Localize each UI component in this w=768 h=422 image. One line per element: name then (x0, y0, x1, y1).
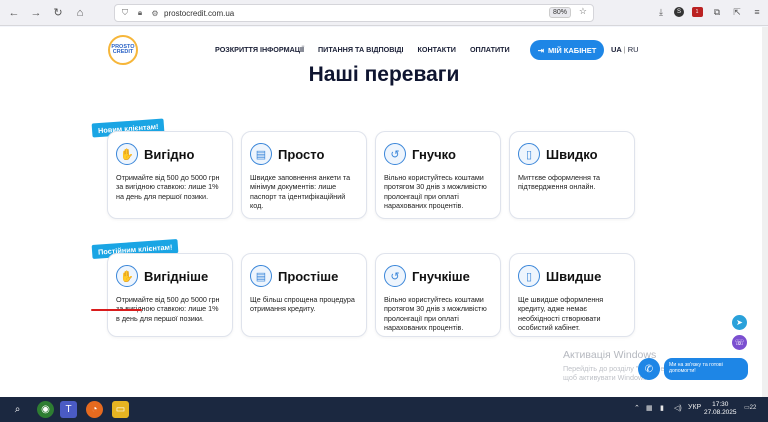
chat-bubble[interactable]: Ми на зв'язку та готові допомогти! (664, 358, 748, 380)
windows-taskbar: ⌕ ◉ T ◔ ▭ ⌃ ▦ ▮ ◁) УКР 17:30 27.08.2025 … (0, 397, 768, 422)
lock-icon[interactable]: 🔒︎ (135, 8, 145, 18)
card-title: Просто (278, 146, 325, 162)
card-title: Вигідніше (144, 268, 209, 284)
card-shvydshe: ▯ Швидше Ще швидше оформлення кредиту, ад… (509, 253, 635, 337)
main-menu: РОЗКРИТТЯ ІНФОРМАЦІЇ ПИТАННЯ ТА ВІДПОВІД… (215, 45, 510, 54)
volume-icon[interactable]: ◁) (674, 404, 682, 412)
card-title: Гнучкіше (412, 268, 470, 284)
card-desc: Отримайте від 500 до 5000 грн за вигідно… (116, 173, 220, 201)
card-hnuchkishe: ↺ Гнучкіше Вільно користуйтесь коштами пр… (375, 253, 501, 337)
notifications-icon[interactable]: ▭22 (744, 404, 756, 411)
lang-ua[interactable]: UA (611, 45, 622, 54)
document-icon: ▤ (250, 265, 272, 287)
document-icon: ▤ (250, 143, 272, 165)
extension-s-icon[interactable]: S (672, 5, 686, 19)
browser-toolbar: ← → ↻ ⌂ ⛉ 🔒︎ ⚙ prostocredit.com.ua 80% ☆… (0, 0, 768, 26)
card-title: Швидше (546, 268, 602, 284)
network-icon[interactable]: ▦ (646, 404, 653, 412)
forward-icon[interactable]: → (28, 5, 44, 21)
clock-time: 17:30 (712, 401, 729, 408)
card-hnuchko: ↺ Гнучко Вільно користуйтесь коштами прот… (375, 131, 501, 219)
menu-item-faq[interactable]: ПИТАННЯ ТА ВІДПОВІДІ (318, 45, 404, 54)
teams-icon[interactable]: T (60, 401, 77, 418)
page-scrollbar[interactable] (762, 27, 768, 397)
card-prostishe: ▤ Простіше Ще більш спрощена процедура от… (241, 253, 367, 337)
card-desc: Вільно користуйтесь коштами протягом 30 … (384, 173, 487, 211)
card-vyhidno: ✋ Вигідно Отримайте від 500 до 5000 грн з… (107, 131, 233, 219)
card-desc: Ще швидше оформлення кредиту, адже немає… (518, 295, 604, 333)
extensions-puzzle-icon[interactable]: ⧉ (710, 5, 724, 19)
phone-icon: ▯ (518, 143, 540, 165)
zoom-level[interactable]: 80% (548, 7, 571, 18)
phone-icon: ✆ (644, 363, 654, 375)
input-language[interactable]: УКР (688, 404, 701, 411)
file-explorer-icon[interactable]: ▭ (112, 401, 129, 418)
chrome-icon[interactable]: ◉ (37, 401, 54, 418)
card-desc: Ще більш спрощена процедура отримання кр… (250, 295, 355, 314)
telegram-icon[interactable]: ➤ (732, 315, 747, 330)
section-title: Наші переваги (308, 63, 460, 86)
address-bar[interactable]: ⛉ 🔒︎ ⚙ prostocredit.com.ua 80% ☆ (114, 4, 594, 22)
cabinet-label: МІЙ КАБІНЕТ (548, 45, 597, 55)
menu-item-pay[interactable]: ОПЛАТИТИ (470, 45, 510, 54)
card-title: Гнучко (412, 146, 456, 162)
card-shvydko: ▯ Швидко Миттєве оформлення та підтвердже… (509, 131, 635, 219)
battery-icon[interactable]: ▮ (660, 404, 664, 412)
site-logo[interactable]: PROSTO CREDIT (108, 35, 138, 65)
logo-line2: CREDIT (112, 49, 134, 55)
menu-icon[interactable]: ≡ (750, 5, 764, 19)
hand-coin-icon: ✋ (116, 143, 138, 165)
lang-ru[interactable]: RU (628, 45, 639, 54)
clock-date: 27.08.2025 (704, 409, 737, 416)
red-underline-annotation (91, 309, 142, 311)
menu-item-disclosure[interactable]: РОЗКРИТТЯ ІНФОРМАЦІЇ (215, 45, 304, 54)
taskbar-clock[interactable]: 17:30 27.08.2025 (704, 401, 737, 417)
back-icon[interactable]: ← (6, 5, 22, 21)
menu-item-contacts[interactable]: КОНТАКТИ (418, 45, 456, 54)
share-icon[interactable]: ⇱ (730, 5, 744, 19)
tray-chevron-icon[interactable]: ⌃ (634, 404, 640, 412)
extension-notification-icon[interactable]: 1 (690, 5, 704, 19)
download-icon[interactable]: ⤓ (654, 5, 668, 19)
viber-icon[interactable]: ☏ (732, 335, 747, 350)
permissions-icon[interactable]: ⚙ (150, 8, 160, 18)
phone-call-button[interactable]: ✆ (638, 358, 660, 380)
refresh-money-icon: ↺ (384, 265, 406, 287)
badge-count: 1 (691, 7, 703, 17)
refresh-money-icon: ↺ (384, 143, 406, 165)
bookmark-star-icon[interactable]: ☆ (579, 6, 587, 17)
card-title: Вигідно (144, 146, 195, 162)
search-icon[interactable]: ⌕ (9, 401, 26, 418)
phone-icon: ▯ (518, 265, 540, 287)
card-title: Простіше (278, 268, 339, 284)
page-content: PROSTO CREDIT РОЗКРИТТЯ ІНФОРМАЦІЇ ПИТАН… (0, 27, 768, 397)
login-icon: ⇥ (537, 45, 544, 55)
card-desc: Швидке заповнення анкети та мінімум доку… (250, 173, 351, 211)
card-prosto: ▤ Просто Швидке заповнення анкети та міні… (241, 131, 367, 219)
firefox-icon[interactable]: ◔ (86, 401, 103, 418)
hand-coin-icon: ✋ (116, 265, 138, 287)
card-title: Швидко (546, 146, 598, 162)
shield-icon[interactable]: ⛉ (120, 8, 130, 18)
url-text[interactable]: prostocredit.com.ua (164, 9, 234, 18)
reload-icon[interactable]: ↻ (50, 5, 66, 21)
card-vyhidnishe: ✋ Вигідніше Отримайте від 500 до 5000 грн… (107, 253, 233, 337)
card-desc: Вільно користуйтесь коштами протягом 30 … (384, 295, 487, 333)
language-switcher: UA | RU (611, 45, 639, 54)
my-cabinet-button[interactable]: ⇥ МІЙ КАБІНЕТ (530, 40, 604, 60)
notification-count: 22 (749, 405, 757, 411)
card-desc: Миттєве оформлення та підтвердження онла… (518, 173, 601, 192)
lang-separator: | (623, 45, 626, 54)
home-icon[interactable]: ⌂ (72, 5, 88, 21)
